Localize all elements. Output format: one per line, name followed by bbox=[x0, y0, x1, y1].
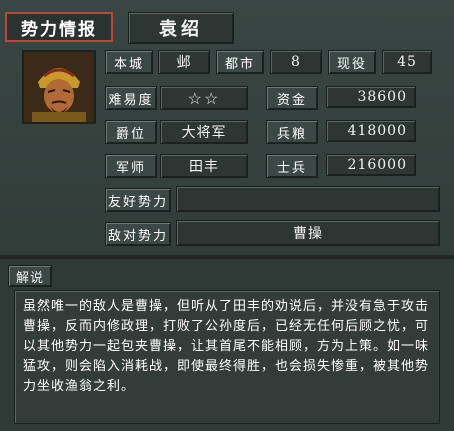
section-divider bbox=[0, 255, 454, 259]
capital-value: 邺 bbox=[158, 50, 210, 74]
cities-value: 8 bbox=[270, 50, 322, 74]
food-value: 418000 bbox=[326, 120, 416, 142]
cities-label: 都市 bbox=[216, 50, 264, 74]
difficulty-stars-icon: ☆☆ bbox=[160, 86, 248, 110]
description-label: 解说 bbox=[8, 265, 52, 287]
officers-label: 现役 bbox=[328, 50, 376, 74]
capital-label: 本城 bbox=[105, 50, 153, 74]
enemies-label: 敌对势力 bbox=[105, 222, 171, 246]
strategist-label: 军师 bbox=[105, 154, 157, 178]
soldiers-value: 216000 bbox=[326, 154, 416, 176]
officers-value: 45 bbox=[382, 50, 432, 74]
general-portrait-icon bbox=[22, 50, 96, 124]
food-label: 兵粮 bbox=[266, 120, 318, 144]
strategist-value: 田丰 bbox=[160, 154, 248, 178]
description-text: 虽然唯一的敌人是曹操，但听从了田丰的劝说后，并没有急于攻击曹操，反而内修政理，打… bbox=[14, 290, 440, 424]
general-portrait-art bbox=[24, 52, 94, 122]
soldiers-label: 士兵 bbox=[266, 154, 318, 178]
rank-label: 爵位 bbox=[105, 120, 157, 144]
funds-value: 38600 bbox=[326, 86, 416, 108]
allies-value bbox=[176, 186, 440, 212]
difficulty-label: 难易度 bbox=[105, 86, 157, 110]
rank-value: 大将军 bbox=[160, 120, 248, 144]
panel-title: 势力情报 bbox=[5, 12, 113, 42]
faction-name: 袁绍 bbox=[128, 12, 234, 44]
funds-label: 资金 bbox=[266, 86, 318, 110]
allies-label: 友好势力 bbox=[105, 188, 171, 212]
enemies-value: 曹操 bbox=[176, 220, 440, 246]
